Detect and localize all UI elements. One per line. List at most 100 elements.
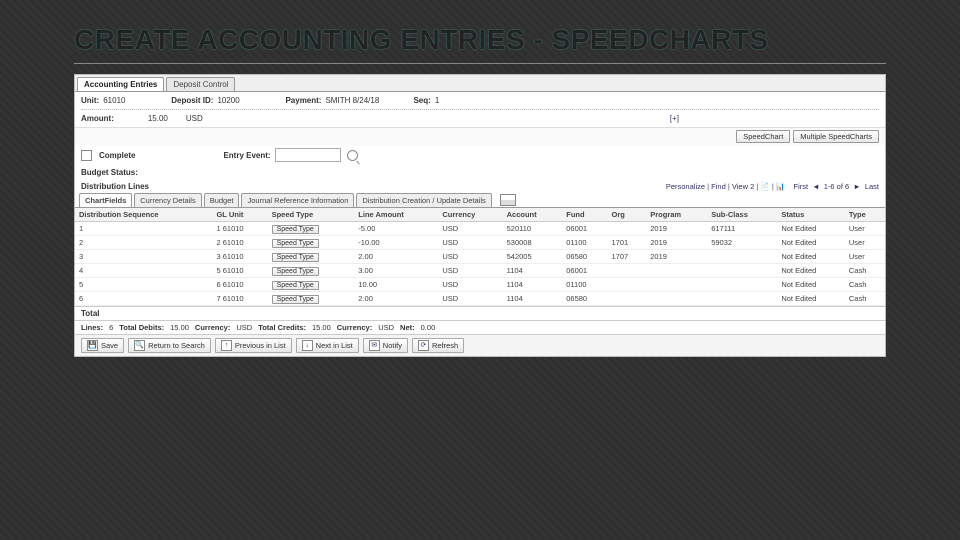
col-header: Fund [562,208,607,222]
table-cell: Not Edited [777,292,845,306]
table-cell: 1104 [503,292,563,306]
entry-event-input[interactable] [275,148,341,162]
return-to-search-button[interactable]: 🔍Return to Search [128,338,211,353]
next-arrow-icon[interactable]: ► [851,182,862,191]
table-cell: User [845,236,885,250]
tab-journal-ref[interactable]: Journal Reference Information [241,193,354,207]
table-cell: 3 61010 [212,250,267,264]
table-cell: USD [438,278,502,292]
view-link[interactable]: View 2 [732,182,754,191]
complete-label: Complete [99,151,135,160]
slide-title: CREATE ACCOUNTING ENTRIES - SPEEDCHARTS [74,24,886,56]
table-cell: Cash [845,292,885,306]
last-link[interactable]: Last [865,182,879,191]
table-cell: 2 [75,236,212,250]
header-row-2: Amount: 15.00 USD [+] [75,110,885,127]
table-cell [608,278,647,292]
table-row: 56 61010Speed Type10.00USD110401100Not E… [75,278,885,292]
table-cell: Speed Type [268,292,355,306]
table-cell [646,278,707,292]
table-cell: 2 61010 [212,236,267,250]
table-cell: 01100 [562,278,607,292]
table-cell: 1707 [608,250,647,264]
table-row: 11 61010Speed Type-5.00USD52011006001201… [75,222,885,236]
distribution-lines-title: Distribution Lines [81,182,149,191]
table-cell: USD [438,264,502,278]
table-cell: 1701 [608,236,647,250]
expand-toggle[interactable]: [+] [670,114,679,123]
col-header: Sub-Class [707,208,777,222]
net-value: 0.00 [421,323,436,332]
table-cell [646,264,707,278]
col-header: Type [845,208,885,222]
save-button[interactable]: 💾Save [81,338,124,353]
personalize-link[interactable]: Personalize [666,182,705,191]
speed-type-button[interactable]: Speed Type [272,253,319,262]
first-link[interactable]: First [794,182,809,191]
speed-type-button[interactable]: Speed Type [272,281,319,290]
total-credits-label: Total Credits: [258,323,306,332]
entry-event-label: Entry Event: [223,151,270,160]
unit-label: Unit: [81,96,99,105]
tab-deposit-control[interactable]: Deposit Control [166,77,235,91]
lines-value: 6 [109,323,113,332]
complete-checkbox[interactable] [81,150,92,161]
table-cell: 01100 [562,236,607,250]
table-cell: USD [438,292,502,306]
tab-dist-creation[interactable]: Distribution Creation / Update Details [356,193,491,207]
table-cell: 520110 [503,222,563,236]
tab-currency-details[interactable]: Currency Details [134,193,201,207]
notify-button[interactable]: ✉Notify [363,338,408,353]
table-cell [646,292,707,306]
table-cell: 2.00 [354,250,438,264]
tab-accounting-entries[interactable]: Accounting Entries [77,77,164,91]
tab-chartfields[interactable]: ChartFields [79,193,132,207]
find-link[interactable]: Find [711,182,726,191]
speed-type-button[interactable]: Speed Type [272,295,319,304]
next-in-list-button[interactable]: ↓Next in List [296,338,359,353]
tab-budget[interactable]: Budget [204,193,240,207]
table-cell [707,264,777,278]
table-cell: Speed Type [268,278,355,292]
currency1-label: Currency: [195,323,230,332]
show-all-columns-icon[interactable] [500,194,516,206]
speed-type-button[interactable]: Speed Type [272,225,319,234]
total-row: Total [75,306,885,321]
table-cell: 6 61010 [212,278,267,292]
table-cell: Cash [845,264,885,278]
distribution-tabs: ChartFields Currency Details Budget Jour… [75,193,885,208]
table-cell: USD [438,222,502,236]
prev-arrow-icon[interactable]: ◄ [810,182,821,191]
table-cell: 530008 [503,236,563,250]
notify-icon: ✉ [369,340,380,351]
speed-type-button[interactable]: Speed Type [272,239,319,248]
distribution-header: Distribution Lines Personalize | Find | … [75,180,885,193]
table-cell: 5 61010 [212,264,267,278]
entry-event-lookup-icon[interactable] [347,150,358,161]
col-header: Account [503,208,563,222]
table-row: 45 61010Speed Type3.00USD110406001Not Ed… [75,264,885,278]
table-cell [707,250,777,264]
multiple-speedcharts-button[interactable]: Multiple SpeedCharts [793,130,879,143]
total-debits-value: 15.00 [170,323,189,332]
table-cell: Not Edited [777,264,845,278]
table-cell: 6 [75,292,212,306]
speed-type-button[interactable]: Speed Type [272,267,319,276]
table-cell: 3 [75,250,212,264]
deposit-label: Deposit ID: [171,96,213,105]
refresh-button[interactable]: ⟳Refresh [412,338,464,353]
table-cell: 2.00 [354,292,438,306]
table-cell: 59032 [707,236,777,250]
col-header: Line Amount [354,208,438,222]
col-header: GL Unit [212,208,267,222]
app-panel: Accounting Entries Deposit Control Unit:… [74,74,886,357]
speedchart-button[interactable]: SpeedChart [736,130,790,143]
col-header: Org [608,208,647,222]
previous-in-list-button[interactable]: ↑Previous in List [215,338,292,353]
action-bar: SpeedChart Multiple SpeedCharts [75,127,885,145]
main-tabbar: Accounting Entries Deposit Control [75,75,885,92]
table-cell: 06580 [562,292,607,306]
table-cell: Speed Type [268,264,355,278]
table-cell: 1104 [503,278,563,292]
table-cell [608,222,647,236]
